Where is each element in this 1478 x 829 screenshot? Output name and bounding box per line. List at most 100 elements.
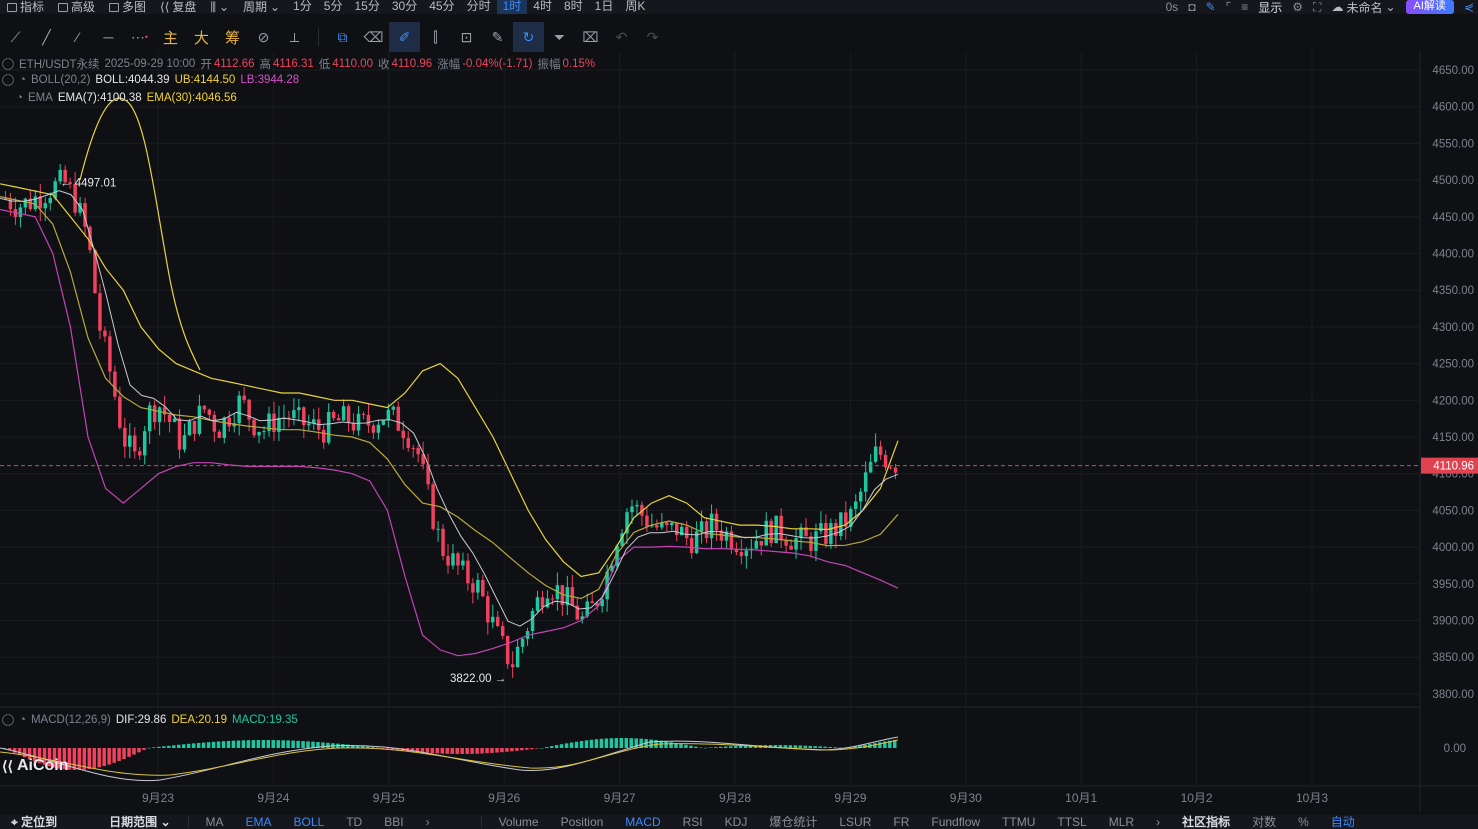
share-icon[interactable]: ⋞ bbox=[1464, 0, 1478, 14]
layout-name-dropdown[interactable]: ☁ 未命名 ⌄ bbox=[1331, 0, 1395, 16]
trash-icon[interactable]: ⌧ bbox=[575, 22, 606, 52]
macd-bar bbox=[107, 748, 111, 765]
indicator-tab-boll[interactable]: BOLL bbox=[283, 815, 336, 829]
chevron-right-icon[interactable]: › bbox=[415, 815, 441, 829]
redo-icon[interactable]: ↷ bbox=[637, 22, 668, 52]
price-chart[interactable]: 0.00 4650.00 4600.00 4550.00 4500.00 4450.00… bbox=[0, 52, 1478, 812]
indicator-tab-fundflow[interactable]: Fundflow bbox=[920, 815, 991, 829]
macd-bar bbox=[286, 740, 290, 748]
period-30m[interactable]: 30分 bbox=[386, 0, 423, 14]
chips-tool[interactable]: 筹 bbox=[217, 22, 248, 52]
lock-icon[interactable]: ⊡ bbox=[451, 22, 482, 52]
period-1d[interactable]: 1日 bbox=[589, 0, 620, 14]
macd-name[interactable]: MACD(12,26,9) bbox=[31, 714, 111, 726]
period-timeshare[interactable]: 分时 bbox=[461, 0, 497, 14]
continuous-draw-icon[interactable]: ↻ bbox=[513, 22, 544, 52]
period-1w[interactable]: 周K bbox=[619, 0, 651, 14]
ema-name[interactable]: EMA bbox=[28, 92, 53, 104]
advanced-menu[interactable]: 高级 bbox=[51, 0, 102, 14]
more-tools-icon[interactable]: ⋯ • bbox=[124, 22, 155, 52]
settings-icon[interactable]: ⚙ bbox=[1292, 0, 1303, 14]
indicator-tab-liquidation[interactable]: 爆仓统计 bbox=[758, 815, 828, 829]
candle-body bbox=[123, 427, 127, 447]
camera-icon[interactable]: ◘ bbox=[1188, 0, 1195, 14]
indicator-tab-rsi[interactable]: RSI bbox=[672, 815, 714, 829]
display-button[interactable]: 显示 bbox=[1258, 0, 1282, 16]
period-15m[interactable]: 15分 bbox=[348, 0, 385, 14]
filter-icon[interactable]: ⏷ bbox=[544, 22, 575, 52]
indicator-tab-lsur[interactable]: LSUR bbox=[828, 815, 882, 829]
indicator-tab-fr[interactable]: FR bbox=[882, 815, 920, 829]
undo-icon[interactable]: ↶ bbox=[606, 22, 637, 52]
chevron-right-icon[interactable]: › bbox=[1145, 815, 1171, 829]
list-icon[interactable]: ≡ bbox=[1241, 0, 1248, 14]
replay-menu[interactable]: ⟨⟨ 复盘 bbox=[153, 0, 203, 14]
indicator-tab-ttmu[interactable]: TTMU bbox=[991, 815, 1046, 829]
date-range-button[interactable]: 日期范围 ⌄ bbox=[98, 815, 181, 829]
candle-body bbox=[108, 336, 112, 372]
indicator-tab-macd[interactable]: MACD bbox=[614, 815, 671, 829]
dif-value: DIF:29.86 bbox=[115, 714, 167, 726]
candle-edit-icon[interactable]: ⫿ bbox=[420, 22, 451, 52]
period-5m[interactable]: 5分 bbox=[318, 0, 349, 14]
community-indicators-button[interactable]: 社区指标 bbox=[1171, 815, 1241, 829]
draw-mode-icon[interactable]: ✐ bbox=[389, 22, 420, 52]
time-tick-label: 10月2 bbox=[1181, 791, 1213, 805]
multi-chart-menu[interactable]: 多图 bbox=[102, 0, 153, 14]
indicator-tab-position[interactable]: Position bbox=[550, 815, 615, 829]
indicator-tab-ttsl[interactable]: TTSL bbox=[1046, 815, 1097, 829]
indicators-menu[interactable]: 指标 bbox=[0, 0, 51, 14]
indicator-tab-ma[interactable]: MA bbox=[195, 815, 235, 829]
bell-icon[interactable]: ◔ bbox=[19, 74, 26, 86]
period-8h[interactable]: 8时 bbox=[558, 0, 589, 14]
visibility-toggle-icon[interactable] bbox=[2, 714, 14, 726]
candle-body bbox=[192, 420, 197, 434]
indicator-tab-td[interactable]: TD bbox=[335, 815, 373, 829]
indicator-tab-mlr[interactable]: MLR bbox=[1098, 815, 1145, 829]
fullscreen-icon[interactable]: ⛶ bbox=[1313, 0, 1321, 15]
ray-tool-icon[interactable]: ⁄ bbox=[62, 22, 93, 52]
period-4h[interactable]: 4时 bbox=[527, 0, 558, 14]
indicator-tab-bbi[interactable]: BBI bbox=[373, 815, 414, 829]
candle-body bbox=[491, 616, 495, 623]
measure-icon[interactable]: ⟂ bbox=[279, 22, 310, 52]
locate-to-button[interactable]: ⌖ 定位到 bbox=[0, 815, 68, 829]
macd-bar bbox=[132, 748, 136, 755]
eraser-icon[interactable]: ⌫ bbox=[358, 22, 389, 52]
candle-body bbox=[754, 540, 759, 549]
note-icon[interactable]: ✎ bbox=[482, 22, 513, 52]
horizontal-line-icon[interactable]: ─ bbox=[93, 22, 124, 52]
ai-interpret-button[interactable]: AI解读 bbox=[1405, 0, 1454, 14]
bottom-indicator-bar: ⌖ 定位到 日期范围 ⌄ MA EMA BOLL TD BBI › Volume… bbox=[0, 815, 1478, 829]
macd-bar bbox=[186, 743, 191, 748]
boll-name[interactable]: BOLL(20,2) bbox=[31, 74, 90, 86]
candle-body bbox=[809, 536, 813, 551]
auto-scale-toggle[interactable]: 自动 bbox=[1320, 815, 1366, 829]
bell-icon[interactable]: ◔ bbox=[19, 714, 26, 726]
indicator-tab-volume[interactable]: Volume bbox=[488, 815, 550, 829]
period-1h[interactable]: 1时 bbox=[496, 0, 528, 14]
indicator-tab-ema[interactable]: EMA bbox=[235, 815, 283, 829]
main-chart-tool[interactable]: 主 bbox=[155, 22, 186, 52]
big-order-tool[interactable]: 大 bbox=[186, 22, 217, 52]
copy-icon[interactable]: ⧉ bbox=[327, 22, 358, 52]
candle-body bbox=[18, 207, 23, 218]
magnet-icon[interactable]: ⊘ bbox=[248, 22, 279, 52]
period-1m[interactable]: 1分 bbox=[287, 0, 318, 14]
trend-line-group-icon[interactable]: ⟋ bbox=[0, 22, 31, 52]
visibility-toggle-icon[interactable] bbox=[2, 74, 14, 86]
bell-icon[interactable]: ◔ bbox=[16, 92, 23, 104]
candle-body bbox=[162, 407, 167, 415]
macd-bar bbox=[689, 745, 693, 748]
candle-body bbox=[500, 625, 505, 637]
crop-icon[interactable]: ⌜ bbox=[1226, 0, 1232, 14]
percent-scale-toggle[interactable]: % bbox=[1287, 815, 1320, 829]
pen-icon[interactable]: ✎ bbox=[1206, 0, 1216, 14]
visibility-toggle-icon[interactable] bbox=[2, 58, 14, 70]
period-menu[interactable]: 周期 ⌄ bbox=[236, 0, 287, 14]
line-tool-icon[interactable]: ╱ bbox=[31, 22, 62, 52]
log-scale-toggle[interactable]: 对数 bbox=[1241, 815, 1287, 829]
chart-type-menu[interactable]: ⫼ ⌄ bbox=[203, 0, 236, 14]
period-45m[interactable]: 45分 bbox=[423, 0, 460, 14]
indicator-tab-kdj[interactable]: KDJ bbox=[714, 815, 759, 829]
